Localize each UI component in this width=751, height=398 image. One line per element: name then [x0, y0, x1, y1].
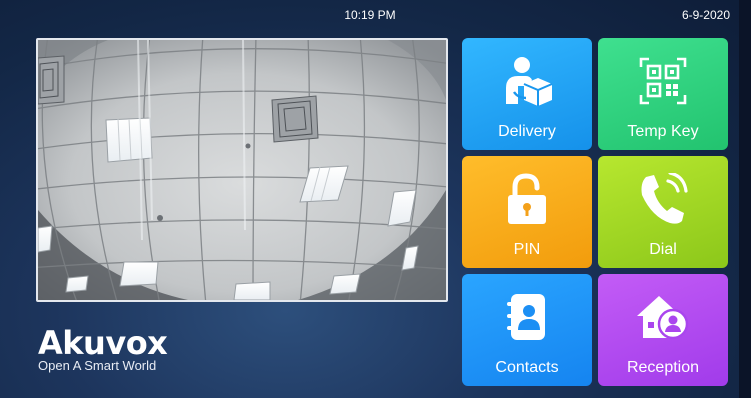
pin-label: PIN — [513, 241, 541, 258]
delivery-person-icon — [462, 52, 592, 110]
qr-code-icon — [598, 52, 728, 110]
contacts-button[interactable]: Contacts — [462, 274, 592, 386]
temp-key-label: Temp Key — [627, 123, 699, 140]
dial-button[interactable]: Dial — [598, 156, 728, 268]
house-person-icon — [598, 288, 728, 346]
screen-edge — [739, 0, 751, 398]
delivery-button[interactable]: Delivery — [462, 38, 592, 150]
phone-ringing-icon — [598, 170, 728, 228]
address-book-icon — [462, 288, 592, 346]
contacts-label: Contacts — [495, 359, 559, 376]
padlock-open-icon — [462, 170, 592, 228]
brand-tagline: Open A Smart World — [38, 358, 157, 373]
temp-key-button[interactable]: Temp Key — [598, 38, 728, 150]
clock-time: 10:19 PM — [344, 8, 396, 22]
delivery-label: Delivery — [498, 123, 556, 140]
brand-logo: Akuvox — [38, 324, 168, 362]
camera-feed-image — [38, 40, 446, 300]
clock-date: 6-9-2020 — [681, 8, 730, 22]
reception-button[interactable]: Reception — [598, 274, 728, 386]
intercom-home-screen: 10:19 PM 6-9-2020 Akuvox Open A Smart Wo… — [0, 0, 751, 398]
brand: Akuvox Open A Smart World — [38, 324, 168, 373]
reception-label: Reception — [626, 359, 700, 376]
pin-button[interactable]: PIN — [462, 156, 592, 268]
camera-preview[interactable] — [36, 38, 448, 302]
status-bar: 10:19 PM 6-9-2020 — [0, 0, 740, 30]
dial-label: Dial — [649, 241, 677, 258]
